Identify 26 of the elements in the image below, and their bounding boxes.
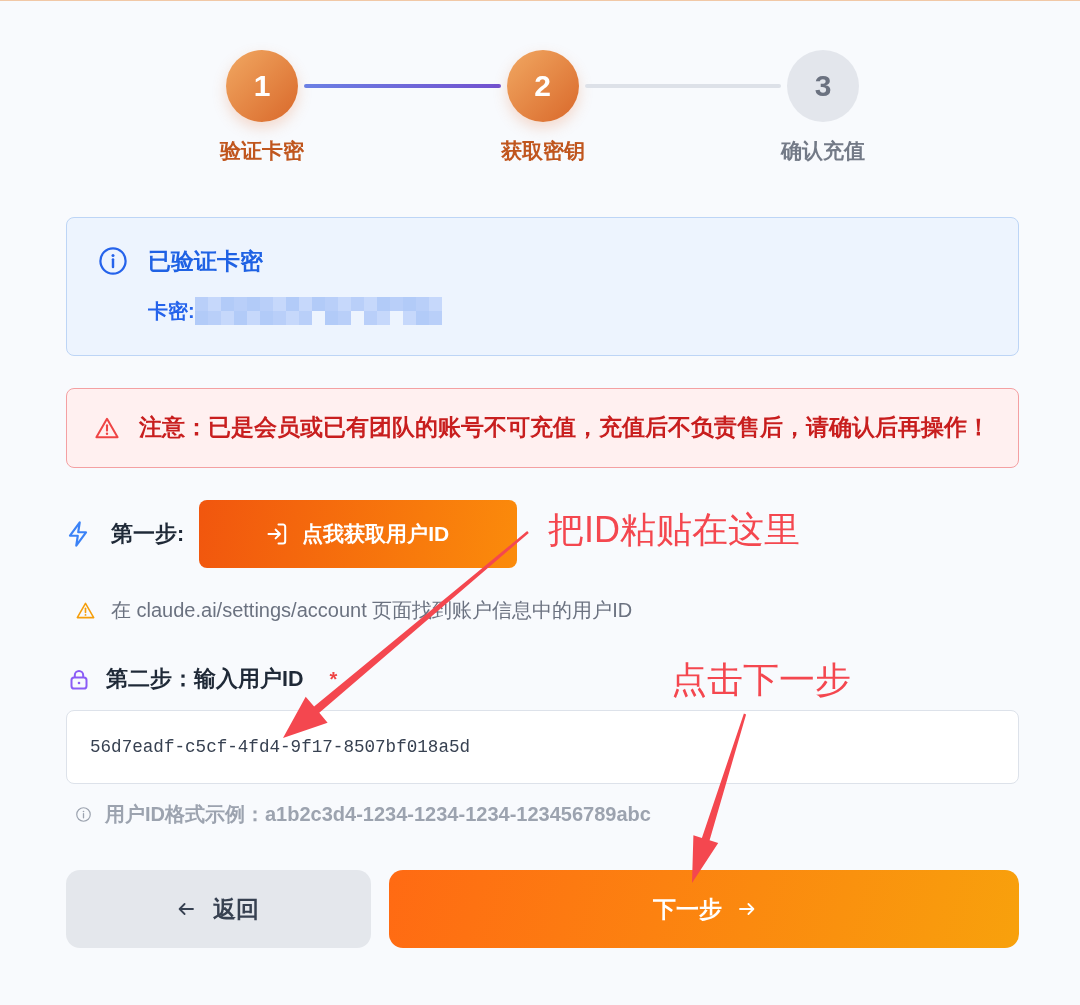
step-label: 验证卡密	[220, 139, 304, 163]
step-number: 3	[787, 50, 859, 122]
step-label: 确认充值	[781, 139, 865, 163]
annotation-text: 把ID粘贴在这里	[548, 508, 800, 552]
lock-icon	[70, 668, 88, 690]
login-icon	[267, 523, 288, 545]
info-icon	[76, 806, 91, 822]
required-asterisk: *	[329, 667, 338, 691]
format-hint: 用户ID格式示例：a1b2c3d4-1234-1234-1234-123456789abc	[105, 802, 651, 826]
warning-icon	[95, 417, 119, 439]
step-number: 1	[226, 50, 298, 122]
warning-text: 注意：已是会员或已有团队的账号不可充值，充值后不负责售后，请确认后再操作！	[139, 414, 990, 442]
verified-title: 已验证卡密	[148, 247, 263, 275]
step-two-label: 第二步：输入用户ID	[106, 667, 304, 691]
card-key-label: 卡密:	[148, 299, 195, 324]
user-id-input[interactable]: 56d7eadf-c5cf-4fd4-9f17-8507bf018a5d	[66, 710, 1019, 784]
lightning-icon	[68, 521, 88, 547]
warning-icon	[76, 601, 95, 619]
step-label: 获取密钥	[500, 139, 585, 163]
arrow-right-icon	[739, 901, 755, 917]
back-button[interactable]: 返回	[66, 870, 371, 948]
step-number: 2	[506, 50, 579, 122]
arrow-left-icon	[178, 901, 194, 917]
step-one-label: 第一步:	[111, 521, 185, 547]
info-icon	[99, 247, 127, 275]
annotation-text: 点击下一步	[671, 658, 851, 702]
